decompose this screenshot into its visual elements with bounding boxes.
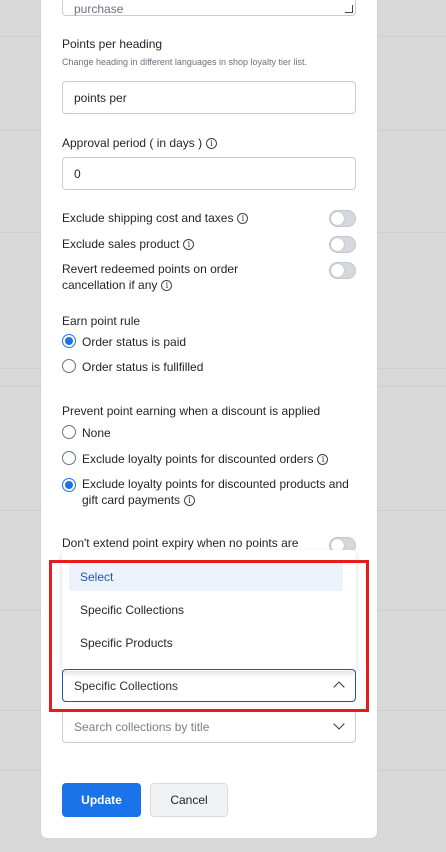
purchase-textarea[interactable]: purchase — [62, 0, 356, 16]
approval-period-label: Approval period ( in days ) i — [62, 136, 218, 150]
points-heading-input[interactable]: points per — [62, 81, 356, 114]
prevent-orders-label: Exclude loyalty points for discounted or… — [82, 452, 329, 466]
revert-points-toggle[interactable] — [329, 262, 356, 279]
points-heading-value: points per — [74, 90, 127, 105]
exclude-shipping-toggle[interactable] — [329, 210, 356, 227]
earn-rule-fulfilled-radio[interactable] — [62, 359, 76, 373]
resize-handle-icon[interactable] — [345, 5, 353, 13]
approval-period-value: 0 — [74, 166, 81, 181]
update-button[interactable]: Update — [62, 783, 141, 817]
info-icon[interactable]: i — [161, 280, 173, 292]
info-icon[interactable]: i — [317, 454, 329, 466]
earn-rule-paid-label: Order status is paid — [82, 335, 187, 349]
earn-rule-fulfilled-label: Order status is fullfilled — [82, 360, 204, 374]
prevent-products-label: Exclude loyalty points for discounted pr… — [82, 477, 349, 507]
collection-search-input[interactable]: Search collections by title — [62, 710, 356, 743]
info-icon[interactable]: i — [206, 138, 218, 150]
points-heading-hint: Change heading in different languages in… — [62, 57, 307, 67]
prevent-products-radio[interactable] — [62, 478, 76, 492]
cancel-button[interactable]: Cancel — [150, 783, 228, 817]
info-icon[interactable]: i — [184, 495, 196, 507]
chevron-down-icon — [333, 718, 345, 730]
earn-rule-paid-radio[interactable] — [62, 334, 76, 348]
purchase-textarea-value: purchase — [74, 2, 124, 16]
exclude-sales-toggle[interactable] — [329, 236, 356, 253]
approval-period-input[interactable]: 0 — [62, 157, 356, 190]
settings-panel: purchase Points per heading Change headi… — [41, 0, 377, 838]
info-icon[interactable]: i — [237, 213, 249, 225]
exclude-sales-label: Exclude sales product i — [62, 237, 195, 251]
extend-expiry-label: Don't extend point expiry when no points… — [62, 536, 299, 550]
collection-search-placeholder: Search collections by title — [74, 719, 210, 734]
annotation-highlight-box — [49, 560, 369, 712]
earn-rule-label: Earn point rule — [62, 314, 141, 328]
prevent-orders-radio[interactable] — [62, 451, 76, 465]
info-icon[interactable]: i — [183, 239, 195, 251]
points-heading-label: Points per heading — [62, 37, 163, 51]
revert-points-label: Revert redeemed points on order cancella… — [62, 262, 239, 292]
prevent-none-label: None — [82, 426, 111, 440]
exclude-shipping-label: Exclude shipping cost and taxes i — [62, 211, 249, 225]
prevent-none-radio[interactable] — [62, 425, 76, 439]
prevent-earning-label: Prevent point earning when a discount is… — [62, 404, 321, 418]
